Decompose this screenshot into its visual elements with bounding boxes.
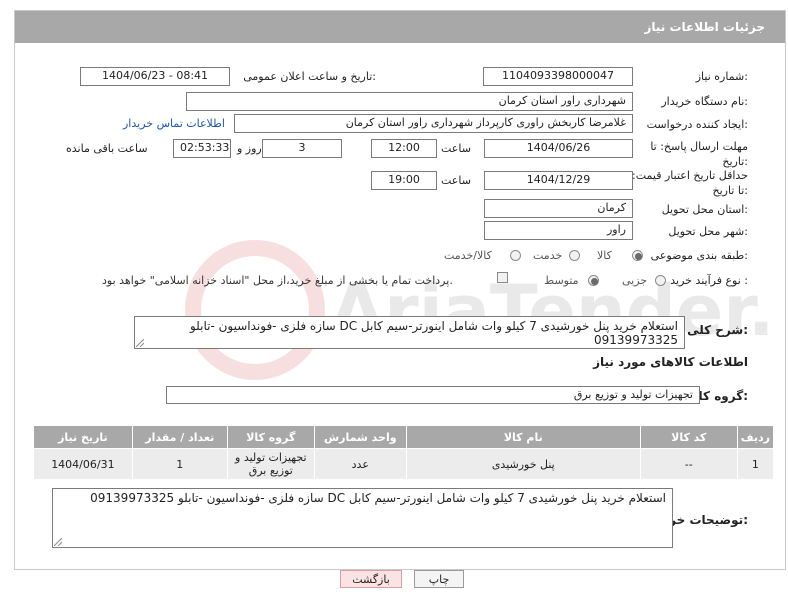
need-number-label: شماره نیاز:: [695, 70, 748, 83]
payment-checkbox[interactable]: [497, 272, 508, 283]
process-label: نوع فرآیند خرید :: [670, 274, 748, 287]
cell-item-name: پنل خورشیدی: [405, 448, 641, 480]
announce-label: تاریخ و ساعت اعلان عمومی:: [243, 70, 376, 83]
price-validity-time-label: ساعت: [441, 174, 471, 187]
buyer-org-field[interactable]: شهرداری راور استان کرمان: [186, 92, 633, 111]
resize-handle-icon[interactable]: [136, 339, 144, 347]
days-and-label: روز و: [237, 142, 262, 155]
buyer-notes-textarea[interactable]: استعلام خرید پنل خورشیدی 7 کیلو وات شامل…: [52, 488, 673, 548]
col-item-name: نام کالا: [405, 425, 641, 449]
cell-item-group: تجهیزات تولید و توزیع برق: [226, 448, 315, 480]
days-field[interactable]: 3: [262, 139, 342, 158]
print-button[interactable]: چاپ: [414, 570, 464, 588]
buyer-contact-link[interactable]: اطلاعات تماس خریدار: [123, 117, 225, 130]
process-minor-radio[interactable]: [655, 275, 666, 286]
cell-quantity: 1: [131, 448, 228, 480]
deadline-time-field[interactable]: 12:00: [371, 139, 437, 158]
cell-row-number: 1: [736, 448, 775, 480]
creator-field[interactable]: غلامرضا کاربخش راوری کارپرداز شهرداری را…: [234, 114, 633, 133]
resize-handle-icon[interactable]: [54, 538, 62, 546]
category-goods-service-radio[interactable]: [510, 250, 521, 261]
cell-need-date: 1404/06/31: [33, 448, 133, 480]
back-button[interactable]: بازگشت: [340, 570, 402, 588]
col-row-number: ردیف: [736, 425, 775, 449]
creator-label: ایجاد کننده درخواست:: [646, 118, 748, 131]
col-quantity: تعداد / مقدار: [131, 425, 228, 449]
cell-unit: عدد: [313, 448, 407, 480]
category-goods-label: کالا: [597, 249, 612, 262]
city-field[interactable]: راور: [484, 221, 633, 240]
remaining-time-field[interactable]: 02:53:33: [173, 139, 231, 158]
remaining-label: ساعت باقی مانده: [66, 142, 148, 155]
province-label: استان محل تحویل:: [661, 203, 748, 216]
need-number-field[interactable]: 1104093398000047: [483, 67, 633, 86]
buyer-org-label: نام دستگاه خریدار:: [661, 95, 748, 108]
items-table-header: ردیف کد کالا نام کالا واحد شمارش گروه کا…: [33, 425, 775, 449]
col-item-code: کد کالا: [639, 425, 738, 449]
cell-item-code: --: [639, 448, 738, 480]
col-unit: واحد شمارش: [313, 425, 407, 449]
process-medium-radio[interactable]: [588, 275, 599, 286]
panel-header: جزئیات اطلاعات نیاز: [15, 11, 785, 43]
category-service-label: خدمت: [533, 249, 563, 262]
goods-section-title: اطلاعات کالاهای مورد نیاز: [593, 355, 748, 369]
price-validity-time-field[interactable]: 19:00: [371, 171, 437, 190]
col-item-group: گروه کالا: [226, 425, 315, 449]
deadline-time-label: ساعت: [441, 142, 471, 155]
category-goods-radio[interactable]: [632, 250, 643, 261]
items-table: ردیف کد کالا نام کالا واحد شمارش گروه کا…: [33, 425, 775, 480]
city-label: شهر محل تحویل:: [668, 225, 748, 238]
price-validity-date-field[interactable]: 1404/12/29: [484, 171, 633, 190]
category-label: طبقه بندی موضوعی:: [650, 249, 748, 262]
process-medium-label: متوسط: [544, 274, 579, 287]
col-need-date: تاریخ نیاز: [33, 425, 133, 449]
goods-group-field[interactable]: تجهیزات تولید و توزیع برق: [166, 386, 700, 404]
deadline-date-field[interactable]: 1404/06/26: [484, 139, 633, 158]
panel-title: جزئیات اطلاعات نیاز: [644, 20, 765, 34]
category-goods-service-label: کالا/خدمت: [444, 249, 492, 262]
price-validity-label: حداقل تاریخ اعتبار قیمت: تا تاریخ:: [632, 169, 748, 197]
table-row[interactable]: 1 -- پنل خورشیدی عدد تجهیزات تولید و توز…: [33, 448, 775, 480]
deadline-label: مهلت ارسال پاسخ: تا تاریخ:: [650, 140, 748, 168]
process-minor-label: جزیی: [622, 274, 648, 287]
announce-datetime-field[interactable]: 1404/06/23 - 08:41: [80, 67, 230, 86]
description-textarea[interactable]: استعلام خرید پنل خورشیدی 7 کیلو وات شامل…: [134, 316, 685, 349]
category-service-radio[interactable]: [569, 250, 580, 261]
province-field[interactable]: کرمان: [484, 199, 633, 218]
payment-note: پرداخت تمام یا بخشی از مبلغ خرید،از محل …: [102, 274, 453, 287]
